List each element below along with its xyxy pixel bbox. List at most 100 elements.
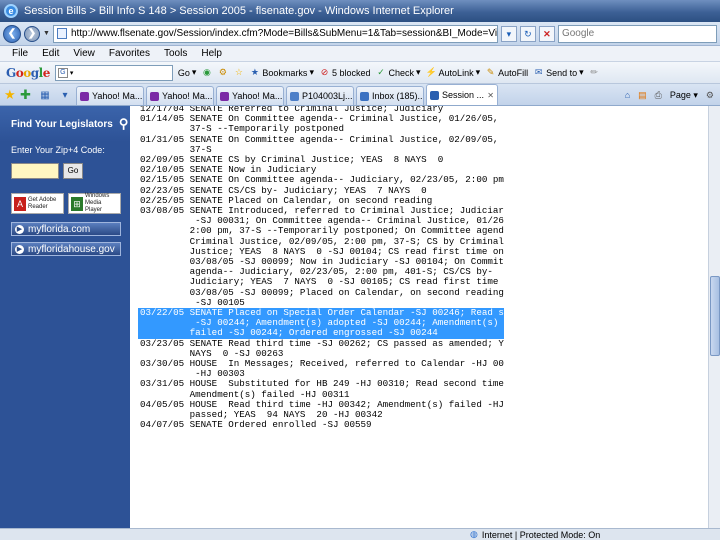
globe-icon: ◍ xyxy=(470,529,478,539)
tab-label: Yahoo! Ma... xyxy=(92,91,143,101)
tab-label: Session ... xyxy=(442,90,485,100)
history-entry: 03/23/05 SENATE Read third time -SJ 0026… xyxy=(138,338,504,359)
history-line: 04/07/05 SENATE Ordered enrolled -SJ 005… xyxy=(140,419,372,431)
check-label: Check xyxy=(388,67,415,78)
document-icon xyxy=(290,91,299,101)
google-search-dropdown-icon[interactable]: ▾ xyxy=(70,69,74,77)
tab-yahoo-mail-3[interactable]: Yahoo! Ma... xyxy=(216,86,284,105)
home-icon[interactable]: ⌂ xyxy=(625,90,630,100)
check-button[interactable]: ✓ Check ▾ xyxy=(376,67,420,78)
history-entry: 04/07/05 SENATE Ordered enrolled -SJ 005… xyxy=(138,420,504,430)
adobe-icon: A xyxy=(14,196,26,211)
google-go-button[interactable]: Go ▾ xyxy=(178,67,197,78)
tab-document[interactable]: P104003Lj... xyxy=(286,86,354,105)
address-bar: ❮ ❯ ▼ http://www.flsenate.gov/Session/in… xyxy=(0,22,720,46)
menu-view[interactable]: View xyxy=(73,48,95,59)
search-placeholder: Google xyxy=(561,28,595,39)
favorites-star-icon[interactable]: ★ xyxy=(4,85,18,105)
menu-tools[interactable]: Tools xyxy=(164,48,187,59)
tab-yahoo-mail-1[interactable]: Yahoo! Ma... xyxy=(76,86,144,105)
url-field[interactable]: http://www.flsenate.gov/Session/index.cf… xyxy=(52,24,498,43)
settings-icon[interactable]: ⚙ xyxy=(217,67,228,78)
sendto-button[interactable]: ✉ Send to ▾ xyxy=(533,67,584,78)
tab-label: Yahoo! Ma... xyxy=(162,91,213,101)
legislator-sidebar: Find Your Legislators ⚲ Enter Your Zip+4… xyxy=(0,106,130,528)
menu-file[interactable]: File xyxy=(12,48,28,59)
url-dropdown-button[interactable]: ▾ xyxy=(500,25,517,42)
adobe-badge-label: Get Adobe Reader xyxy=(28,196,57,210)
history-entry: 03/30/05 HOUSE In Messages; Received, re… xyxy=(138,358,504,379)
autolink-label: AutoLink xyxy=(438,67,474,78)
myflorida-link[interactable]: ▶ myflorida.com xyxy=(11,222,121,236)
star-icon[interactable]: ☆ xyxy=(233,67,244,78)
sendto-label: Send to xyxy=(546,67,578,78)
stop-button[interactable]: ✕ xyxy=(538,25,555,42)
history-entry: 01/14/05 SENATE On Committee agenda-- Cr… xyxy=(138,113,504,134)
myfloridahouse-link[interactable]: ▶ myfloridahouse.gov xyxy=(11,242,121,256)
vertical-scrollbar[interactable] xyxy=(708,106,720,528)
sendto-icon: ✉ xyxy=(534,67,543,77)
history-entry: 01/31/05 SENATE On Committee agenda-- Cr… xyxy=(138,134,504,155)
adobe-reader-badge[interactable]: A Get Adobe Reader xyxy=(11,193,64,214)
tab-inbox[interactable]: Inbox (185)... xyxy=(356,86,424,105)
go-label: Go xyxy=(177,67,190,78)
print-icon[interactable]: ⎙ xyxy=(655,90,662,101)
zip-go-button[interactable]: Go xyxy=(63,163,83,179)
wmp-badge-label: Windows Media Player xyxy=(85,193,110,213)
forward-button[interactable]: ❯ xyxy=(24,25,40,42)
yahoo-icon xyxy=(80,91,89,101)
back-button[interactable]: ❮ xyxy=(3,24,21,43)
close-tab-icon[interactable]: ✕ xyxy=(487,91,494,100)
ie-page-icon xyxy=(430,90,439,100)
url-text[interactable]: http://www.flsenate.gov/Session/index.cf… xyxy=(71,28,497,39)
sidebar-heading-text: Find Your Legislators xyxy=(11,118,113,130)
add-favorites-icon[interactable]: ✚ xyxy=(20,85,34,105)
windows-media-badge[interactable]: ⊞ Windows Media Player xyxy=(68,193,121,214)
bookmarks-button[interactable]: ★ Bookmarks ▾ xyxy=(249,67,314,78)
page-background xyxy=(504,106,708,528)
refresh-button[interactable]: ↻ xyxy=(519,25,536,42)
bookmark-icon: ★ xyxy=(250,67,259,77)
tab-label: Inbox (185)... xyxy=(372,91,424,101)
security-zone[interactable]: ◍ Internet | Protected Mode: On xyxy=(470,529,600,540)
magnifier-icon: ⚲ xyxy=(118,116,129,131)
autofill-button[interactable]: ✎ AutoFill xyxy=(485,67,528,78)
tab-label: P104003Lj... xyxy=(302,91,353,101)
menu-bar: File Edit View Favorites Tools Help xyxy=(0,46,720,62)
google-search-input[interactable]: G ▾ xyxy=(54,64,173,81)
page-menu-button[interactable]: Page ▾ xyxy=(670,90,698,101)
mail-icon xyxy=(360,91,369,101)
tab-session-active[interactable]: Session ... ✕ xyxy=(426,84,498,105)
blocked-label: 5 blocked xyxy=(331,67,371,78)
highlighter-icon[interactable]: ✏ xyxy=(589,67,600,78)
tab-yahoo-mail-2[interactable]: Yahoo! Ma... xyxy=(146,86,214,105)
page-menu-label: Page xyxy=(669,89,691,100)
history-entry-selected: 03/22/05 SENATE Placed on Special Order … xyxy=(138,307,504,339)
google-logo: Google xyxy=(6,65,50,80)
tab-list-dropdown-icon[interactable]: ▾ xyxy=(56,87,74,105)
tools-menu-icon[interactable]: ⚙ xyxy=(706,90,714,101)
find-legislators-heading: Find Your Legislators ⚲ xyxy=(0,106,130,142)
menu-favorites[interactable]: Favorites xyxy=(109,48,150,59)
ie-logo-icon: e xyxy=(4,4,18,18)
autolink-button[interactable]: ⚡ AutoLink ▾ xyxy=(426,67,481,78)
pagerank-icon[interactable]: ◉ xyxy=(201,67,212,78)
history-entry: 03/31/05 HOUSE Substituted for HB 249 -H… xyxy=(138,379,504,400)
search-input[interactable]: Google xyxy=(557,24,717,43)
feeds-icon[interactable]: ▤ xyxy=(638,90,647,101)
window-title: Session Bills > Bill Info S 148 > Sessio… xyxy=(24,5,454,17)
bill-history-list: 12/17/04 SENATE Referred to Criminal Jus… xyxy=(138,106,504,431)
scrollbar-thumb[interactable] xyxy=(710,276,720,356)
yahoo-icon xyxy=(150,91,159,101)
recent-pages-dropdown[interactable]: ▼ xyxy=(43,30,50,37)
bill-history-panel: 12/17/04 SENATE Referred to Criminal Jus… xyxy=(130,106,504,528)
quick-tabs-icon[interactable]: ▦ xyxy=(36,87,54,105)
menu-edit[interactable]: Edit xyxy=(42,48,59,59)
history-entry: 04/05/05 HOUSE Read third time -HJ 00342… xyxy=(138,399,504,420)
popup-blocker-button[interactable]: ⊘ 5 blocked xyxy=(319,67,371,78)
zip-input[interactable] xyxy=(11,163,59,179)
menu-help[interactable]: Help xyxy=(201,48,222,59)
zone-text: Internet | Protected Mode: On xyxy=(481,529,601,540)
autofill-icon: ✎ xyxy=(486,67,495,77)
plugin-badges: A Get Adobe Reader ⊞ Windows Media Playe… xyxy=(0,193,130,214)
